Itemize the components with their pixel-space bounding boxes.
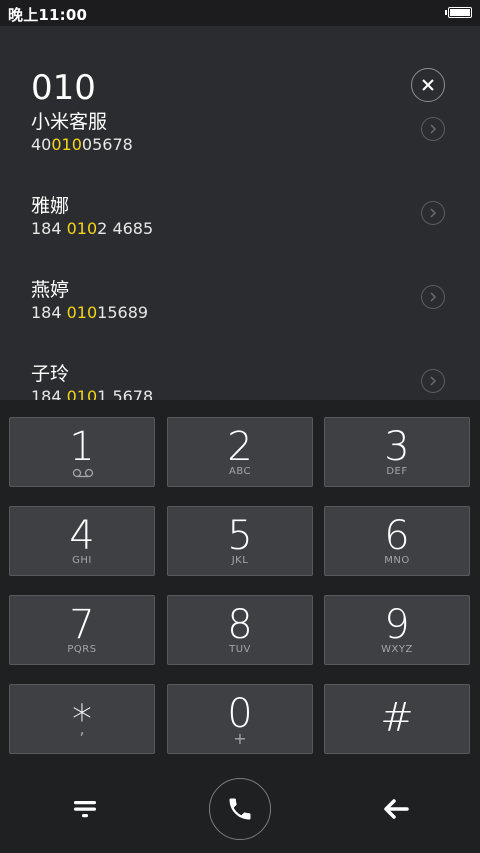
key-8[interactable]: 8 TUV	[167, 595, 313, 665]
close-icon	[422, 79, 434, 91]
key-4[interactable]: 4 GHI	[9, 506, 155, 576]
contact-name: 子玲	[31, 363, 70, 385]
contact-name: 燕婷	[31, 279, 70, 301]
matched-digits: 010	[51, 135, 82, 154]
matched-digits: 010	[66, 303, 98, 322]
contact-phone: 184 01015689	[31, 303, 149, 322]
battery-icon	[445, 7, 472, 18]
contact-phone: 4001005678	[31, 135, 133, 154]
chevron-right-icon	[430, 376, 437, 386]
key-2[interactable]: 2 ABC	[167, 417, 313, 487]
key-hash[interactable]: #	[324, 684, 470, 754]
contact-item[interactable]: 燕婷 184 01015689	[0, 263, 480, 347]
action-bar	[0, 770, 480, 853]
voicemail-icon	[72, 468, 94, 478]
contact-detail-button[interactable]	[421, 369, 445, 393]
chevron-right-icon	[430, 208, 437, 218]
contact-phone: 184 0102 4685	[31, 219, 154, 238]
contact-name: 小米客服	[31, 111, 108, 133]
dial-keypad: 1 2 ABC 3 DEF 4 GHI 5 JKL 6 MNO 7 PQRS 8…	[0, 400, 480, 770]
key-7[interactable]: 7 PQRS	[9, 595, 155, 665]
contact-item[interactable]: 子玲 184 0101 5678	[0, 347, 480, 400]
status-bar: 晚上11:00	[0, 0, 480, 26]
contact-detail-button[interactable]	[421, 285, 445, 309]
contact-name: 雅娜	[31, 195, 70, 217]
chevron-right-icon	[430, 292, 437, 302]
menu-icon[interactable]	[72, 798, 98, 820]
matched-digits: 010	[66, 387, 98, 400]
key-3[interactable]: 3 DEF	[324, 417, 470, 487]
status-time: 晚上11:00	[8, 6, 88, 24]
contact-item[interactable]: 小米客服 4001005678	[0, 95, 480, 179]
key-5[interactable]: 5 JKL	[167, 506, 313, 576]
contact-detail-button[interactable]	[421, 201, 445, 225]
call-button[interactable]	[209, 778, 271, 840]
contact-detail-button[interactable]	[421, 117, 445, 141]
key-9[interactable]: 9 WXYZ	[324, 595, 470, 665]
key-star[interactable]: * ,	[9, 684, 155, 754]
contact-list: 小米客服 4001005678 雅娜 184 0102 4685 燕婷 184 …	[0, 95, 480, 400]
matched-digits: 010	[66, 219, 98, 238]
contact-phone: 184 0101 5678	[31, 387, 153, 400]
backspace-arrow-icon[interactable]	[383, 798, 411, 820]
key-1[interactable]: 1	[9, 417, 155, 487]
contact-item[interactable]: 雅娜 184 0102 4685	[0, 179, 480, 263]
key-0[interactable]: 0 +	[167, 684, 313, 754]
key-6[interactable]: 6 MNO	[324, 506, 470, 576]
chevron-right-icon	[430, 124, 437, 134]
phone-icon	[229, 798, 251, 820]
